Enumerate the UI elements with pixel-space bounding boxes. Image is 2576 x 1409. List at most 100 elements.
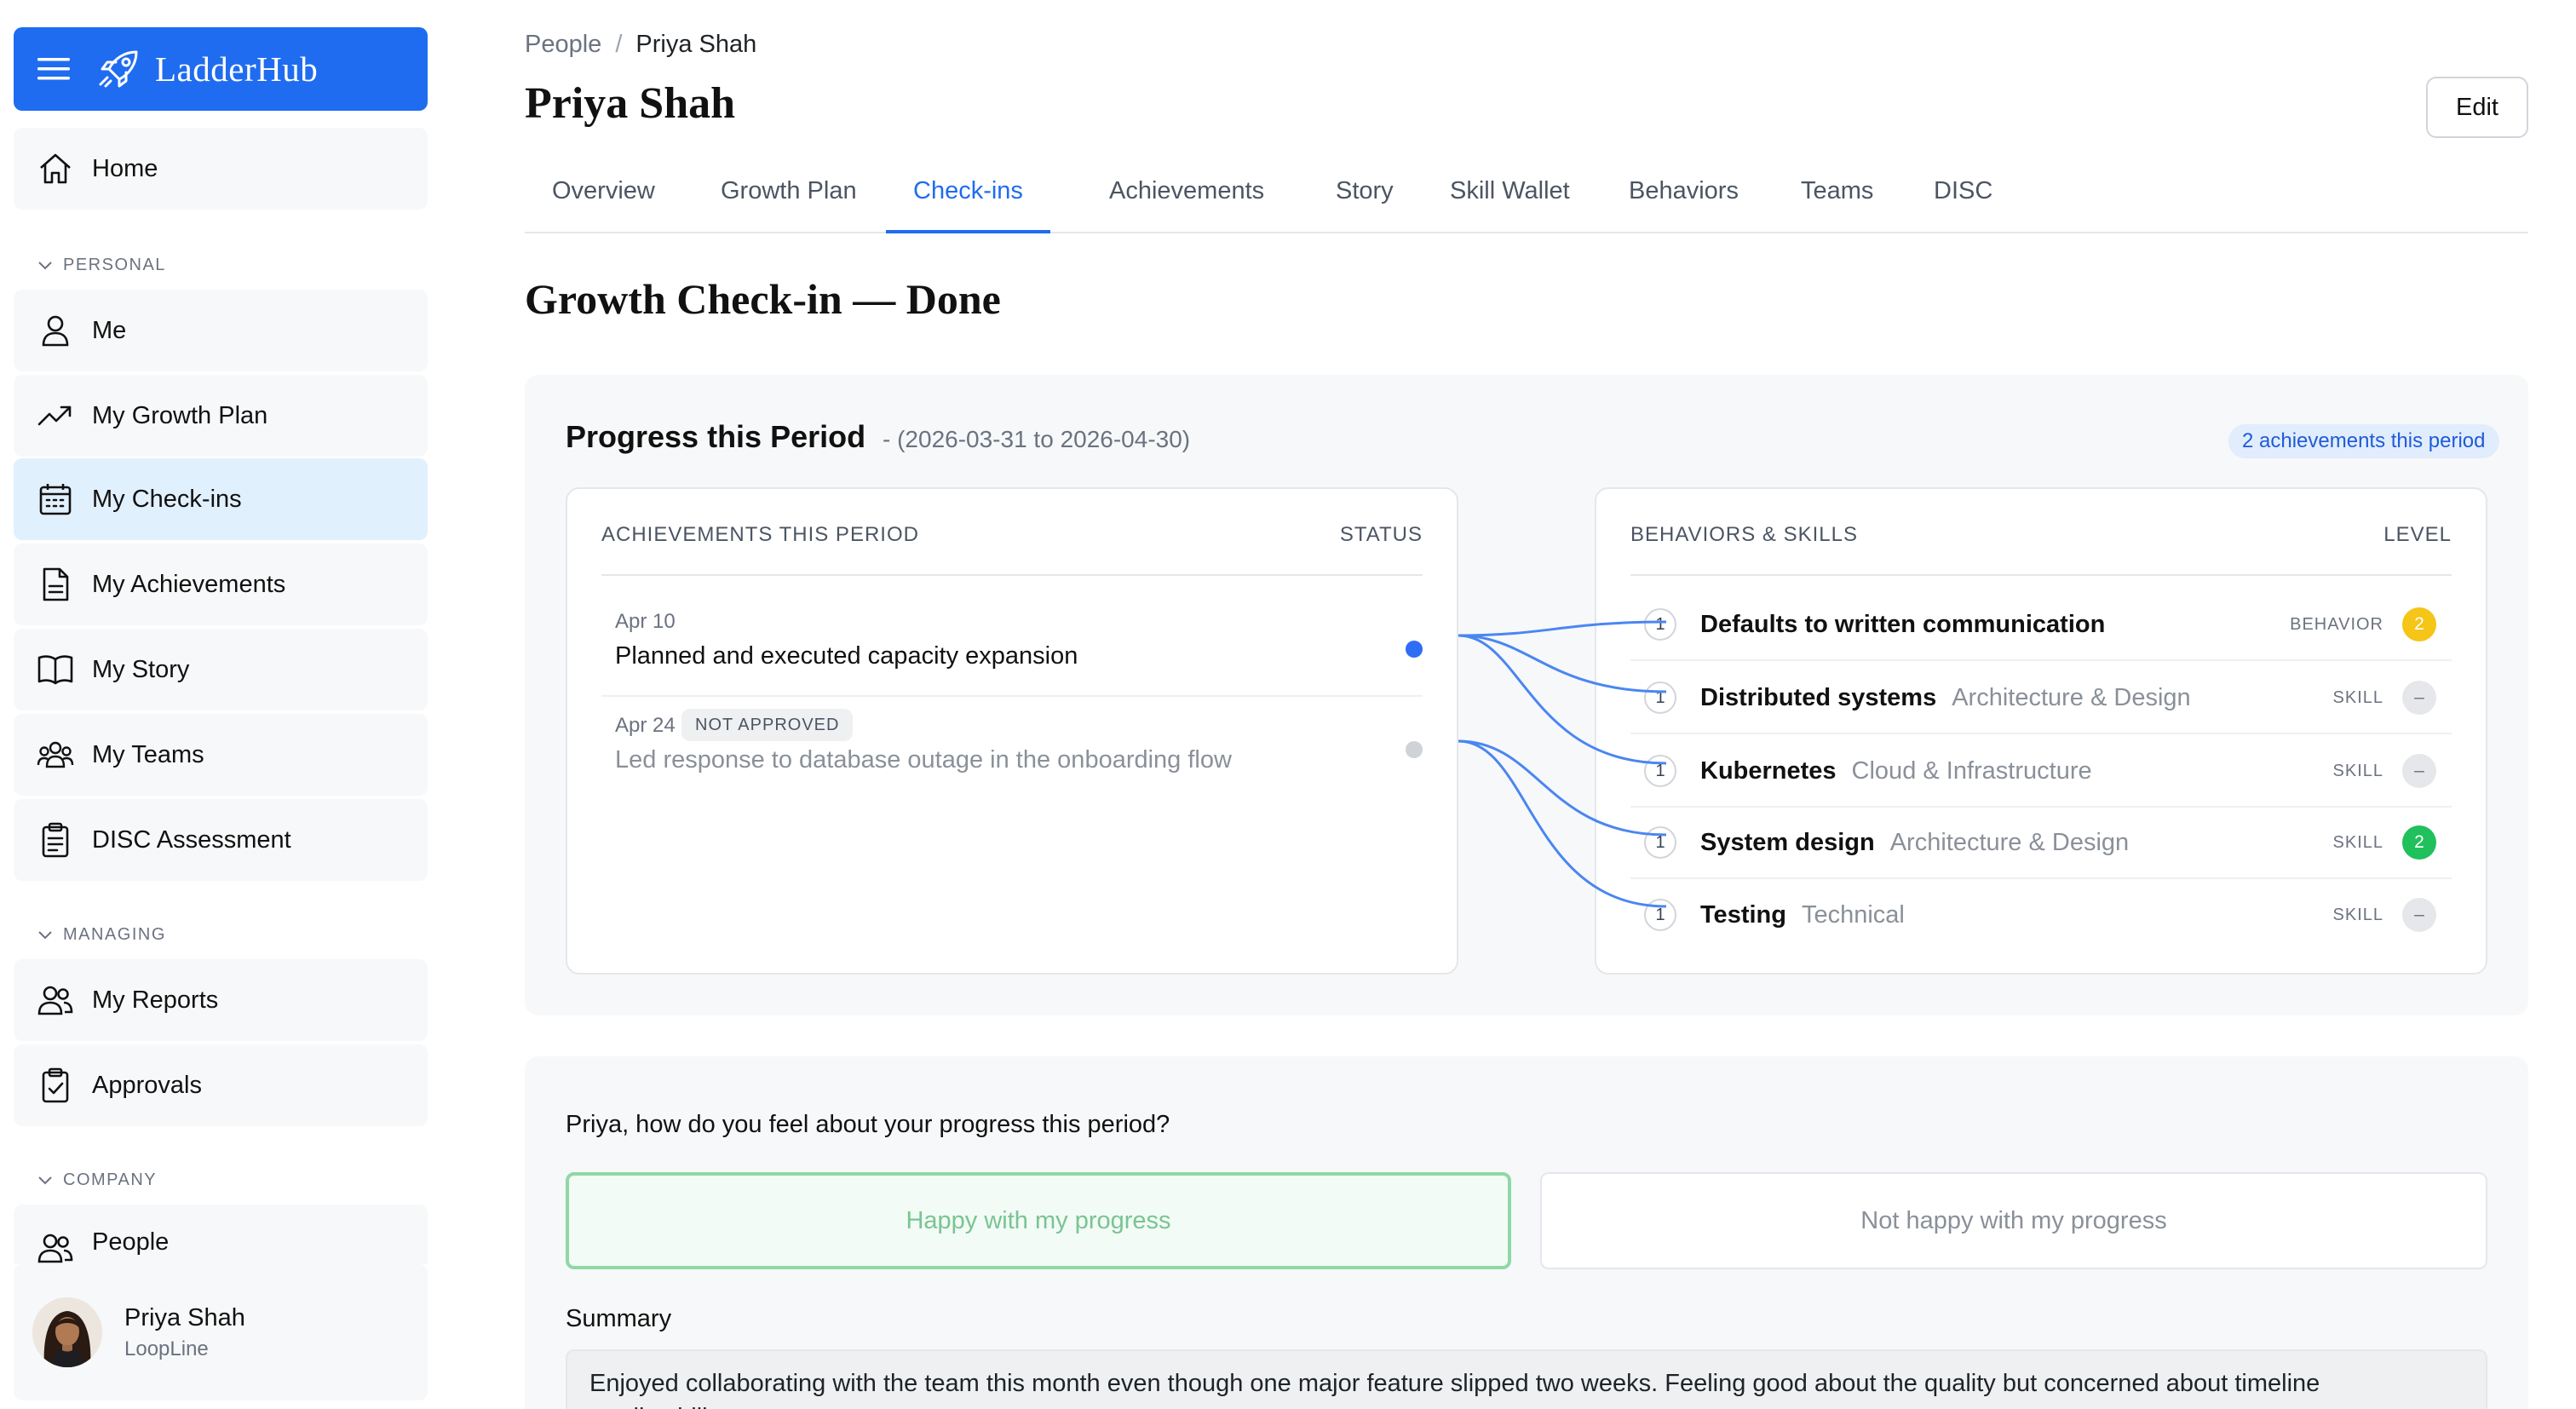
- user-icon: [36, 311, 75, 350]
- app-name: LadderHub: [155, 49, 319, 89]
- sidebar-item-label: People: [92, 1228, 170, 1256]
- avatar: [32, 1297, 102, 1367]
- skill-category: Technical: [1801, 900, 1905, 929]
- clipboard-list-icon: [36, 820, 75, 860]
- skill-type: SKILL: [2332, 687, 2383, 707]
- sidebar-item-label: My Achievements: [92, 570, 286, 598]
- not-approved-badge: NOT APPROVED: [681, 709, 854, 741]
- tab-achievements[interactable]: Achievements: [1082, 177, 1291, 233]
- feeling-panel: Priya, how do you feel about your progre…: [525, 1056, 2528, 1409]
- period-range: - (2026-03-31 to 2026-04-30): [883, 426, 1191, 452]
- pending-status-dot: [1406, 741, 1423, 758]
- sidebar-item-my-growth-plan[interactable]: My Growth Plan: [14, 375, 428, 457]
- breadcrumb-separator: /: [615, 31, 623, 58]
- skill-type: SKILL: [2332, 832, 2383, 852]
- achievements-card-header: ACHIEVEMENTS THIS PERIOD STATUS: [601, 523, 1423, 576]
- tab-behaviors[interactable]: Behaviors: [1601, 177, 1766, 233]
- section-company[interactable]: COMPANY: [37, 1170, 157, 1190]
- skill-row[interactable]: 1 Testing Technical SKILL –: [1630, 879, 2452, 951]
- achievements-card: ACHIEVEMENTS THIS PERIOD STATUS Apr 10 P…: [566, 487, 1458, 975]
- skill-row[interactable]: 1 Defaults to written communication BEHA…: [1630, 589, 2452, 661]
- level-chip: 2: [2402, 607, 2436, 641]
- skill-category: Architecture & Design: [1889, 828, 2130, 856]
- evidence-count: 1: [1644, 826, 1676, 859]
- sidebar-item-home[interactable]: Home: [14, 128, 428, 210]
- home-icon: [36, 149, 75, 188]
- users-icon: [36, 981, 75, 1020]
- sidebar-item-my-teams[interactable]: My Teams: [14, 714, 428, 796]
- skill-row[interactable]: 1 System design Architecture & Design SK…: [1630, 808, 2452, 879]
- sidebar-item-label: Approvals: [92, 1071, 202, 1099]
- skill-name: Testing: [1700, 900, 1786, 929]
- achievement-title: Led response to database outage in the o…: [615, 746, 1232, 774]
- skill-row[interactable]: 1 Distributed systems Architecture & Des…: [1630, 663, 2452, 734]
- tab-disc[interactable]: DISC: [1906, 177, 2020, 233]
- tab-growth-plan[interactable]: Growth Plan: [693, 177, 884, 233]
- skill-type: SKILL: [2332, 905, 2383, 924]
- rocket-logo-icon: [97, 47, 141, 91]
- users-icon: [36, 1228, 75, 1268]
- progress-panel: Progress this Period - (2026-03-31 to 20…: [525, 375, 2528, 1015]
- sidebar-item-my-achievements[interactable]: My Achievements: [14, 543, 428, 625]
- skills-card: BEHAVIORS & SKILLS LEVEL 1 Defaults to w…: [1595, 487, 2487, 975]
- sidebar-item-my-check-ins[interactable]: My Check-ins: [14, 458, 428, 540]
- sidebar-item-people[interactable]: People: [14, 1205, 428, 1264]
- tab-story[interactable]: Story: [1308, 177, 1421, 233]
- skill-name: Kubernetes: [1700, 756, 1837, 785]
- section-managing[interactable]: MANAGING: [37, 925, 166, 945]
- breadcrumb-current: Priya Shah: [635, 31, 757, 58]
- hamburger-menu-icon[interactable]: [37, 52, 72, 86]
- tab-bar: Overview Growth Plan Check-ins Achieveme…: [525, 162, 2528, 233]
- edit-button[interactable]: Edit: [2426, 77, 2528, 138]
- sidebar-item-label: My Teams: [92, 740, 204, 768]
- summary-text[interactable]: Enjoyed collaborating with the team this…: [566, 1349, 2487, 1409]
- chevron-down-icon: [38, 261, 52, 269]
- sidebar: LadderHub Home PERSONAL Me My Growth Pla…: [0, 0, 443, 1409]
- skill-type: BEHAVIOR: [2290, 614, 2383, 634]
- sidebar-item-my-story[interactable]: My Story: [14, 629, 428, 710]
- skill-name: Defaults to written communication: [1700, 610, 2106, 638]
- book-open-icon: [36, 650, 75, 689]
- breadcrumb: People / Priya Shah: [525, 31, 756, 59]
- sidebar-item-disc-assessment[interactable]: DISC Assessment: [14, 799, 428, 881]
- evidence-count: 1: [1644, 608, 1676, 641]
- skill-name: System design: [1700, 828, 1875, 856]
- status-header: STATUS: [1339, 523, 1423, 546]
- achievement-row[interactable]: Apr 24 NOT APPROVED Led response to data…: [601, 705, 1423, 808]
- sidebar-item-approvals[interactable]: Approvals: [14, 1044, 428, 1126]
- sidebar-item-me[interactable]: Me: [14, 290, 428, 371]
- tab-skill-wallet[interactable]: Skill Wallet: [1423, 177, 1597, 233]
- level-chip: –: [2402, 681, 2436, 715]
- skill-name: Distributed systems: [1700, 683, 1937, 711]
- team-icon: [36, 735, 75, 774]
- tab-teams[interactable]: Teams: [1774, 177, 1900, 233]
- achievements-count-badge: 2 achievements this period: [2228, 424, 2499, 458]
- sidebar-item-my-reports[interactable]: My Reports: [14, 959, 428, 1041]
- section-personal[interactable]: PERSONAL: [37, 256, 166, 275]
- section-label: COMPANY: [63, 1170, 158, 1189]
- tab-overview[interactable]: Overview: [525, 177, 682, 233]
- level-header: LEVEL: [2383, 523, 2452, 546]
- achievement-date: Apr 10: [615, 610, 676, 633]
- feeling-question: Priya, how do you feel about your progre…: [566, 1111, 1170, 1138]
- checkin-title: Growth Check-in — Done: [525, 275, 1001, 323]
- achievement-row[interactable]: Apr 10 Planned and executed capacity exp…: [601, 600, 1423, 697]
- summary-label: Summary: [566, 1305, 672, 1332]
- user-name: Priya Shah: [124, 1303, 245, 1331]
- level-chip: 2: [2402, 825, 2436, 860]
- not-happy-option-button[interactable]: Not happy with my progress: [1540, 1172, 2487, 1269]
- user-profile-card[interactable]: Priya Shah LoopLine: [14, 1264, 428, 1400]
- sidebar-item-label: My Check-ins: [92, 485, 242, 513]
- skill-row[interactable]: 1 Kubernetes Cloud & Infrastructure SKIL…: [1630, 736, 2452, 808]
- tab-check-ins[interactable]: Check-ins: [886, 177, 1050, 233]
- level-chip: –: [2402, 754, 2436, 788]
- chevron-down-icon: [38, 1176, 52, 1184]
- document-icon: [36, 565, 75, 604]
- level-chip: –: [2402, 898, 2436, 932]
- breadcrumb-people-link[interactable]: People: [525, 31, 601, 59]
- evidence-count: 1: [1644, 755, 1676, 787]
- happy-option-button[interactable]: Happy with my progress: [566, 1172, 1511, 1269]
- trending-up-icon: [36, 396, 75, 435]
- page-title: Priya Shah: [525, 79, 736, 128]
- sidebar-item-label: My Growth Plan: [92, 401, 268, 429]
